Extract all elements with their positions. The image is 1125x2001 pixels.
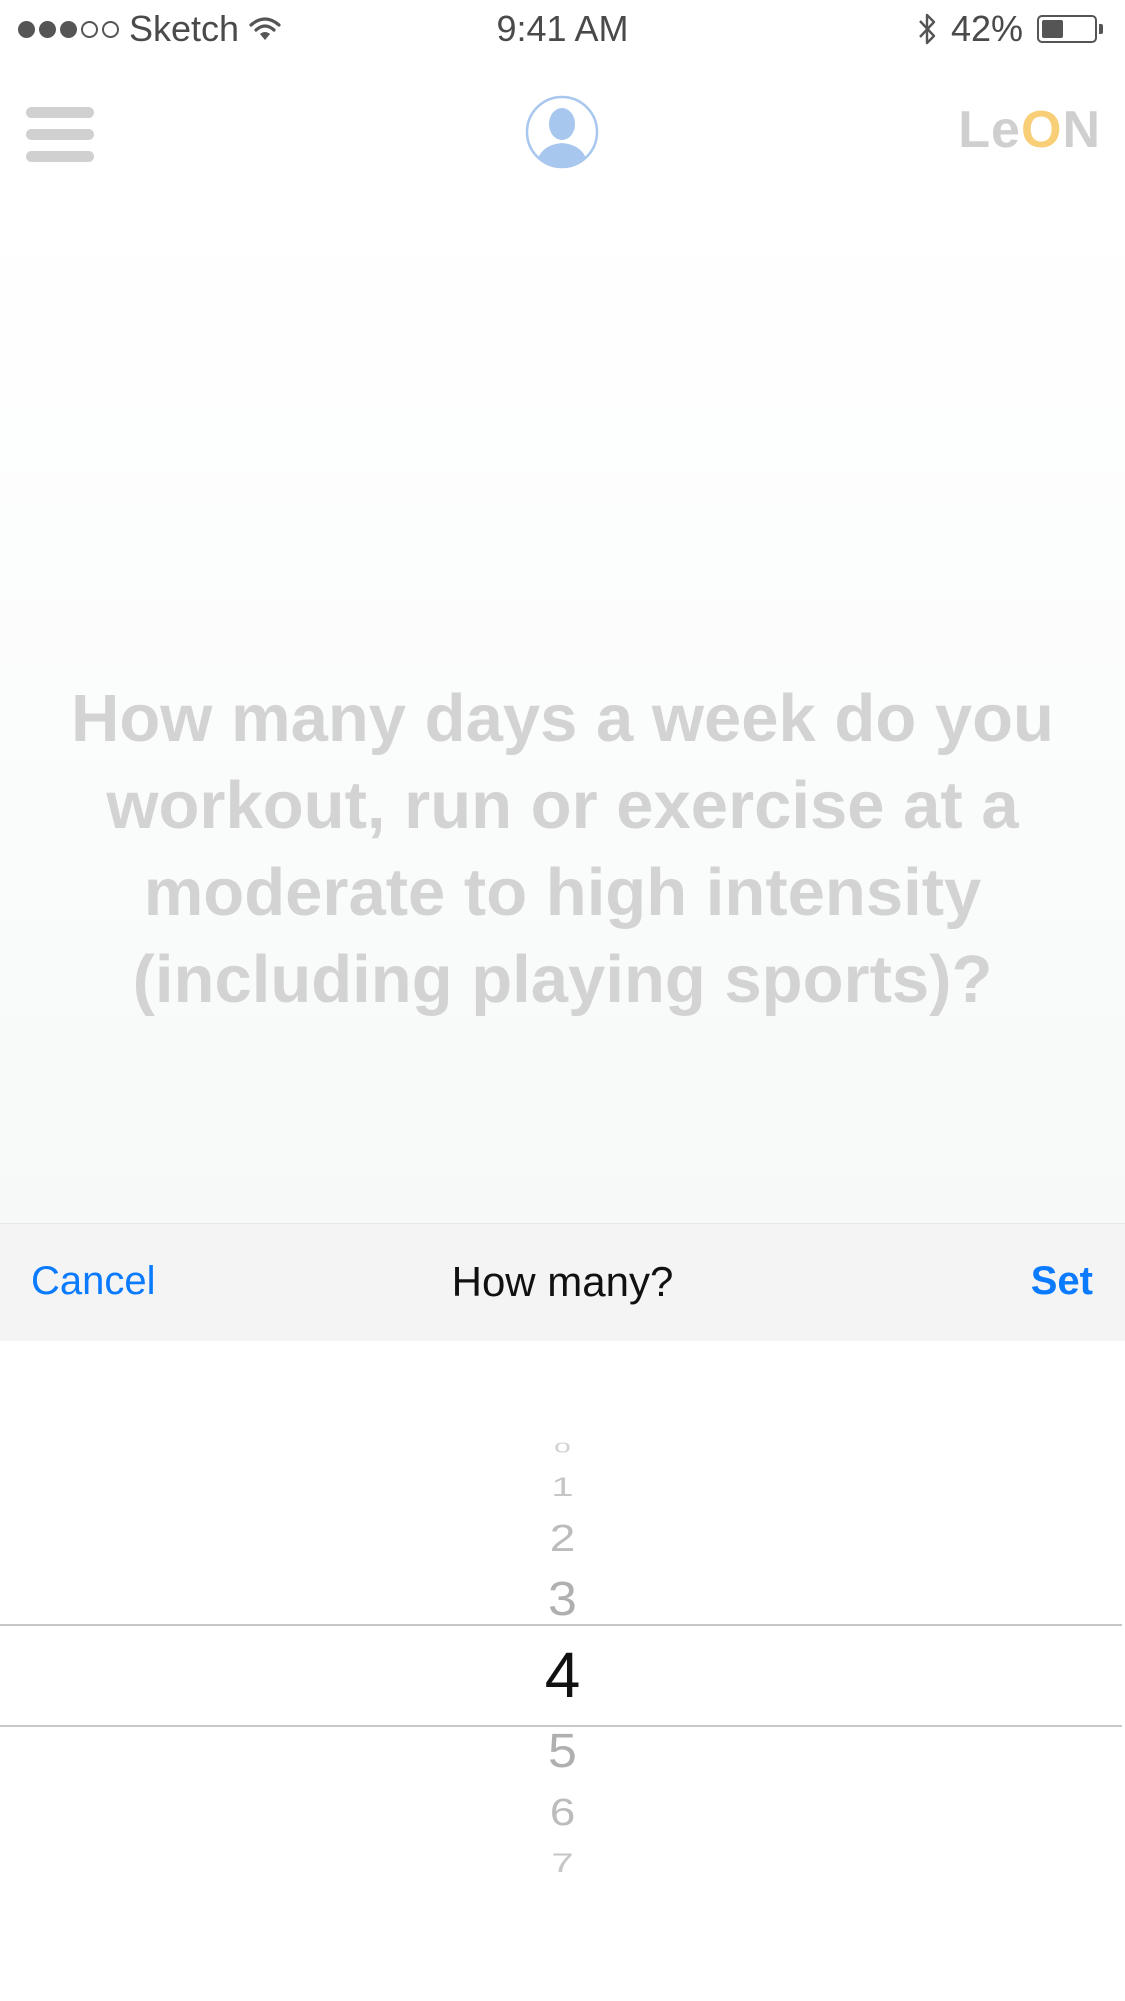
number-picker-wheel[interactable]: 0 1 2 3 4 5 6 7 [0, 1341, 1125, 2001]
question-text: How many days a week do you workout, run… [71, 681, 1054, 1017]
picker-option-4[interactable]: 4 [0, 1643, 1125, 1707]
menu-icon[interactable] [26, 107, 94, 163]
top-navigation-bar: LeON [0, 70, 1125, 195]
set-button[interactable]: Set [1031, 1259, 1093, 1304]
picker-option-0[interactable]: 0 [0, 1441, 1125, 1455]
avatar-icon[interactable] [525, 95, 599, 169]
bluetooth-icon [919, 13, 936, 45]
question-area: How many days a week do you workout, run… [0, 195, 1125, 1223]
battery-percent: 42% [950, 8, 1023, 49]
picker-option-3[interactable]: 3 [0, 1575, 1125, 1623]
status-bar: Sketch 9:41 AM 42% [0, 0, 1125, 60]
picker-toolbar: Cancel How many? Set [0, 1223, 1125, 1342]
picker-option-2[interactable]: 2 [0, 1519, 1125, 1557]
picker-option-6[interactable]: 6 [0, 1793, 1125, 1831]
picker-option-1[interactable]: 1 [0, 1473, 1125, 1500]
picker-option-5[interactable]: 5 [0, 1727, 1125, 1775]
picker-option-7[interactable]: 7 [0, 1849, 1125, 1876]
battery-icon [1037, 15, 1103, 43]
status-right: 42% [917, 8, 1103, 50]
picker-title: How many? [451, 1258, 674, 1305]
leon-logo: LeON [958, 101, 1101, 159]
